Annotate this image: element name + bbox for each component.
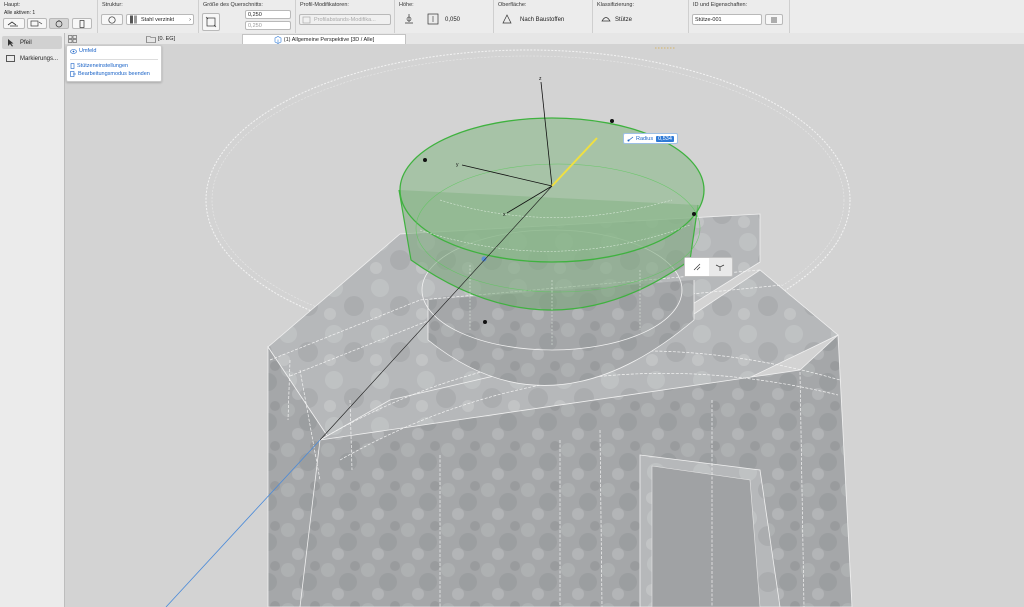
height-ref-icon[interactable] bbox=[403, 13, 415, 25]
hud-offset-button[interactable] bbox=[685, 258, 709, 276]
radius-label: Radius bbox=[636, 135, 654, 142]
hoehe-group: Höhe: 0,050 bbox=[395, 0, 494, 33]
popup-item-settings-label: Stützeneinstellungen bbox=[77, 63, 129, 69]
popup-item-exit-edit[interactable]: Bearbeitungsmodus beenden bbox=[70, 71, 150, 77]
profile-modifier-label: Profilabstands-Modifika... bbox=[314, 16, 376, 23]
cube-icon bbox=[274, 35, 282, 44]
hud-split-button[interactable] bbox=[709, 258, 733, 276]
handle-top-left[interactable] bbox=[423, 158, 427, 162]
chevron-right-icon: › bbox=[189, 16, 191, 23]
3d-scene[interactable]: z y x bbox=[65, 44, 1024, 607]
tool-marquee-label: Markierungs... bbox=[20, 55, 59, 62]
tab-floor-label: [0. EG] bbox=[158, 35, 176, 42]
arrow-pointer-icon bbox=[8, 39, 14, 47]
folder-icon bbox=[146, 35, 156, 43]
profil-title: Profil-Modifikatoren: bbox=[300, 2, 349, 8]
handle-top-right[interactable] bbox=[610, 119, 614, 123]
offset-icon bbox=[693, 263, 700, 271]
hoehe-title: Höhe: bbox=[399, 2, 414, 8]
popup-item-settings[interactable]: Stützeneinstellungen bbox=[70, 63, 128, 69]
tool-arrow-label: Pfeil bbox=[20, 39, 32, 46]
column-settings-icon bbox=[70, 63, 75, 69]
grid-toggle[interactable] bbox=[68, 34, 77, 43]
info-box: Haupt: Alle aktiven: 1 Struktur: Stahl v… bbox=[0, 0, 1024, 34]
3d-viewport[interactable]: z y x bbox=[65, 44, 1024, 607]
exit-icon bbox=[70, 71, 76, 77]
popup-item-umfeld-label: Umfeld bbox=[79, 48, 97, 54]
id-title: ID und Eigenschaften: bbox=[693, 2, 748, 8]
classification-value[interactable]: Stütze bbox=[615, 17, 632, 23]
popup-divider bbox=[70, 59, 158, 60]
depth-field[interactable]: 0,250 bbox=[245, 21, 291, 30]
tab-view-label: (1) Allgemeine Perspektive [3D / Alle] bbox=[283, 36, 375, 43]
cross-section-icon bbox=[205, 16, 217, 28]
toolbox: Pfeil Markierungs... bbox=[0, 33, 69, 607]
structure-shape-selector[interactable] bbox=[101, 14, 123, 25]
width-field[interactable]: 0,250 bbox=[245, 10, 291, 19]
pen-selector[interactable] bbox=[27, 18, 47, 29]
tab-floor-plan[interactable]: [0. EG] bbox=[146, 34, 175, 43]
tab-3d-view[interactable]: (1) Allgemeine Perspektive [3D / Alle] bbox=[242, 34, 406, 44]
radius-tracker[interactable]: Radius 0,534 bbox=[623, 133, 678, 144]
split-icon bbox=[716, 264, 725, 271]
edit-hud bbox=[684, 257, 733, 277]
height-value[interactable]: 0,050 bbox=[445, 17, 460, 23]
radius-value[interactable]: 0,534 bbox=[656, 135, 674, 142]
list-icon bbox=[771, 17, 777, 22]
id-group: ID und Eigenschaften: Stütze-001 bbox=[689, 0, 790, 33]
active-count-label: Alle aktiven: 1 bbox=[4, 10, 36, 16]
profil-group: Profil-Modifikatoren: Profilabstands-Mod… bbox=[296, 0, 395, 33]
rotate-icon bbox=[55, 20, 63, 27]
material-selector[interactable]: Stahl verzinkt › bbox=[126, 14, 194, 25]
anchor-selector[interactable] bbox=[72, 18, 92, 29]
circle-shape-icon bbox=[108, 15, 116, 24]
haupt-title: Haupt: bbox=[4, 2, 21, 8]
profile-modifier-field[interactable]: Profilabstands-Modifika... bbox=[299, 14, 391, 25]
eye-icon bbox=[70, 48, 77, 54]
tool-marquee[interactable]: Markierungs... bbox=[2, 52, 62, 65]
radius-icon bbox=[627, 136, 634, 141]
grid-icon bbox=[68, 34, 77, 43]
struktur-group: Struktur: Stahl verzinkt › bbox=[98, 0, 199, 33]
handle-bottom[interactable] bbox=[483, 320, 487, 324]
material-label: Stahl verzinkt bbox=[141, 16, 175, 23]
popup-item-umfeld[interactable]: Umfeld bbox=[70, 48, 96, 54]
querschnitt-group: Größe des Querschnitts: 0,250 0,250 bbox=[199, 0, 296, 33]
rotate-button[interactable] bbox=[49, 18, 69, 29]
pet-palette-popup: Umfeld Stützeneinstellungen Bearbeitungs… bbox=[66, 45, 162, 82]
height-icon bbox=[427, 13, 439, 25]
klassifizierung-title: Klassifizierung: bbox=[597, 2, 634, 8]
haupt-group: Haupt: Alle aktiven: 1 bbox=[0, 0, 98, 33]
material-swatch-icon bbox=[130, 15, 137, 24]
notch-inner bbox=[651, 465, 761, 607]
struktur-title: Struktur: bbox=[102, 2, 123, 8]
surface-value[interactable]: Nach Baustoffen bbox=[520, 17, 564, 23]
profile-icon bbox=[302, 16, 311, 23]
handle-right[interactable] bbox=[692, 212, 696, 216]
z-axis-label: z bbox=[539, 76, 542, 82]
layer-selector[interactable] bbox=[3, 18, 25, 29]
cross-section-link[interactable] bbox=[202, 13, 220, 31]
marquee-icon bbox=[6, 55, 15, 62]
oberflaeche-title: Oberfläche: bbox=[498, 2, 527, 8]
tool-arrow[interactable]: Pfeil bbox=[2, 36, 62, 49]
layer-icon bbox=[7, 21, 18, 27]
id-field[interactable]: Stütze-001 bbox=[692, 14, 762, 25]
oberflaeche-group: Oberfläche: Nach Baustoffen bbox=[494, 0, 593, 33]
surface-icon bbox=[502, 14, 512, 24]
popup-item-exit-label: Bearbeitungsmodus beenden bbox=[78, 71, 150, 77]
anchor-icon bbox=[79, 19, 85, 28]
querschnitt-title: Größe des Querschnitts: bbox=[203, 2, 263, 8]
pen-icon bbox=[30, 20, 43, 27]
classification-icon bbox=[601, 17, 611, 22]
klassifizierung-group: Klassifizierung: Stütze bbox=[593, 0, 689, 33]
properties-button[interactable] bbox=[765, 14, 783, 25]
